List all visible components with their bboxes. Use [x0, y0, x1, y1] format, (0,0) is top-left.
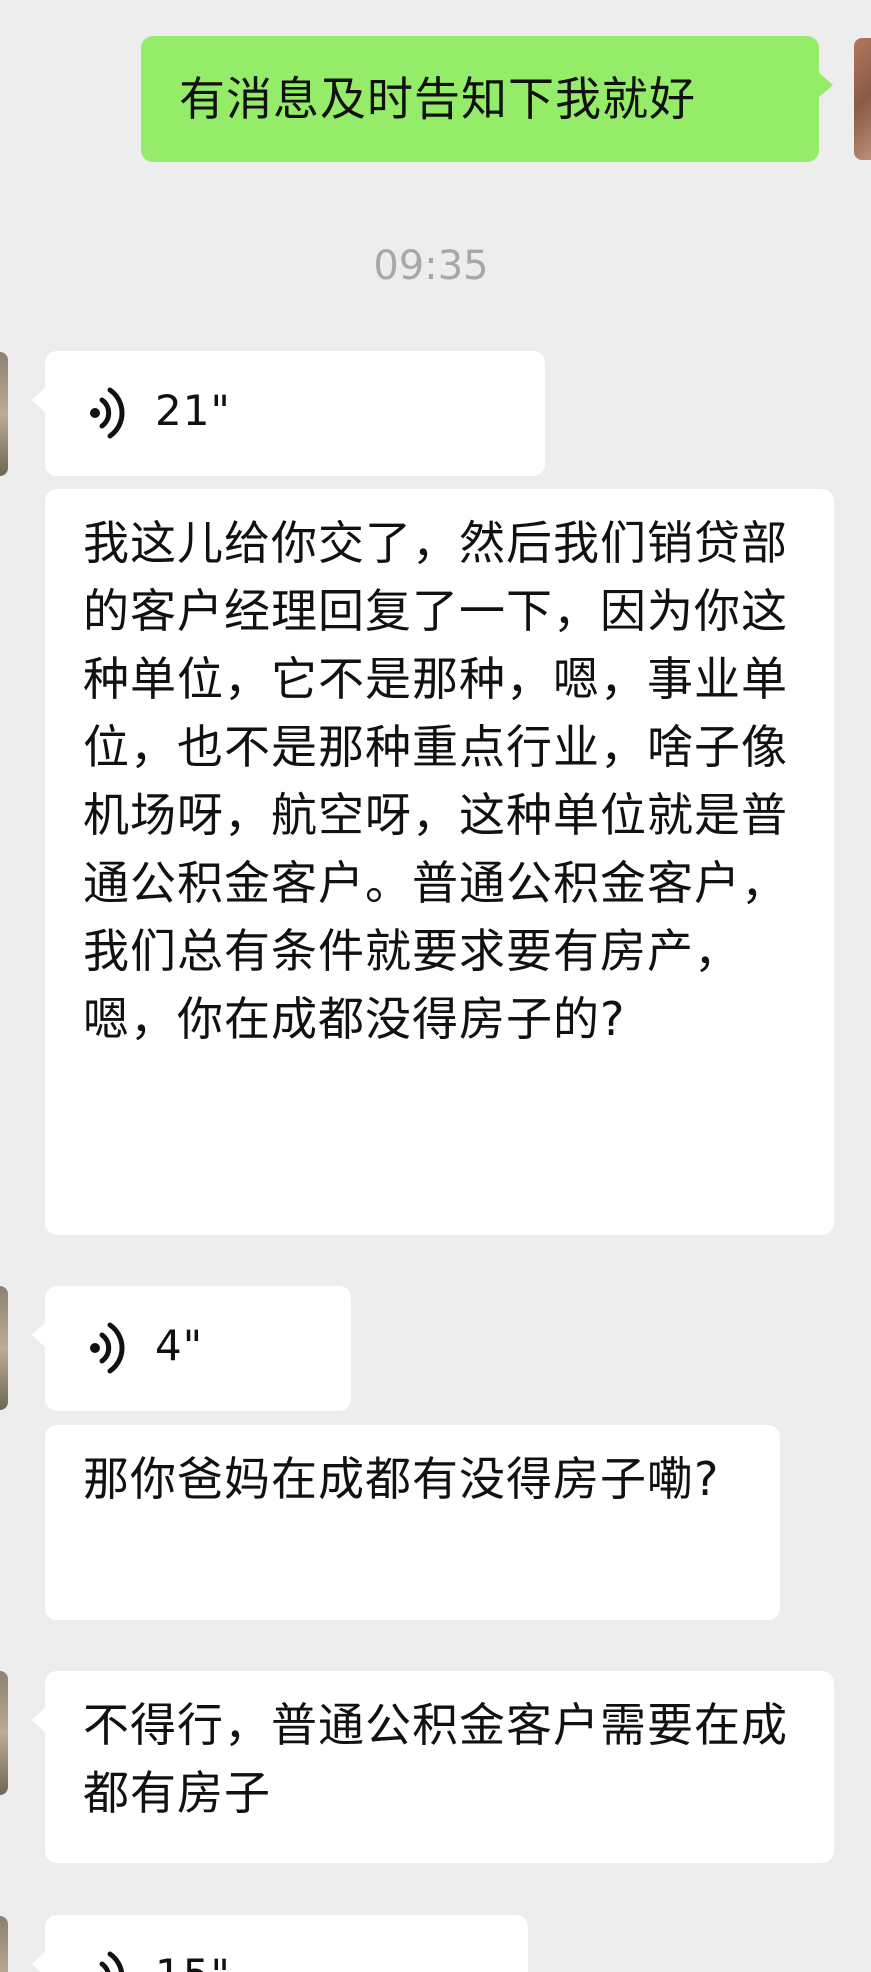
contact-avatar[interactable] [0, 1671, 8, 1795]
contact-avatar[interactable] [0, 1286, 8, 1410]
message-bubble-incoming[interactable]: 我这儿给你交了，然后我们销贷部的客户经理回复了一下，因为你这种单位，它不是那种，… [45, 489, 834, 1235]
bubble-tail [32, 1322, 46, 1348]
message-text: 有消息及时告知下我就好 [179, 72, 696, 126]
message-bubble-incoming[interactable]: 不得行，普通公积金客户需要在成都有房子 [32, 1671, 834, 1863]
timestamp: 09:35 [373, 243, 489, 289]
message-text: 我这儿给你交了，然后我们销贷部的客户经理回复了一下，因为你这种单位，它不是那种，… [83, 516, 788, 1046]
chat-view: 有消息及时告知下我就好 09:35 21" 我这儿给你交了，然后我们销贷部的客户… [0, 0, 871, 1972]
contact-avatar[interactable] [0, 1916, 8, 1972]
voice-duration: 21" [155, 386, 231, 435]
my-avatar[interactable] [854, 38, 871, 160]
voice-message-bubble[interactable]: 21" [32, 351, 545, 476]
bubble-tail [32, 1951, 46, 1972]
bubble-tail [32, 387, 46, 413]
voice-duration: 15" [155, 1941, 231, 1972]
voice-wave-icon [90, 387, 125, 439]
message-text: 不得行，普通公积金客户需要在成都有房子 [83, 1698, 788, 1820]
message-bubble-outgoing[interactable]: 有消息及时告知下我就好 [141, 36, 833, 162]
message-bubble-incoming[interactable]: 那你爸妈在成都有没得房子嘞? [45, 1425, 780, 1620]
voice-message-bubble[interactable]: 15" [32, 1915, 528, 1972]
message-text: 那你爸妈在成都有没得房子嘞? [83, 1452, 720, 1506]
voice-wave-icon [90, 1322, 125, 1374]
voice-message-bubble[interactable]: 4" [32, 1286, 351, 1411]
bubble-tail [32, 1707, 46, 1733]
contact-avatar[interactable] [0, 352, 8, 476]
voice-duration: 4" [155, 1321, 204, 1370]
bubble-tail [818, 72, 833, 98]
voice-wave-icon [99, 1951, 125, 1972]
